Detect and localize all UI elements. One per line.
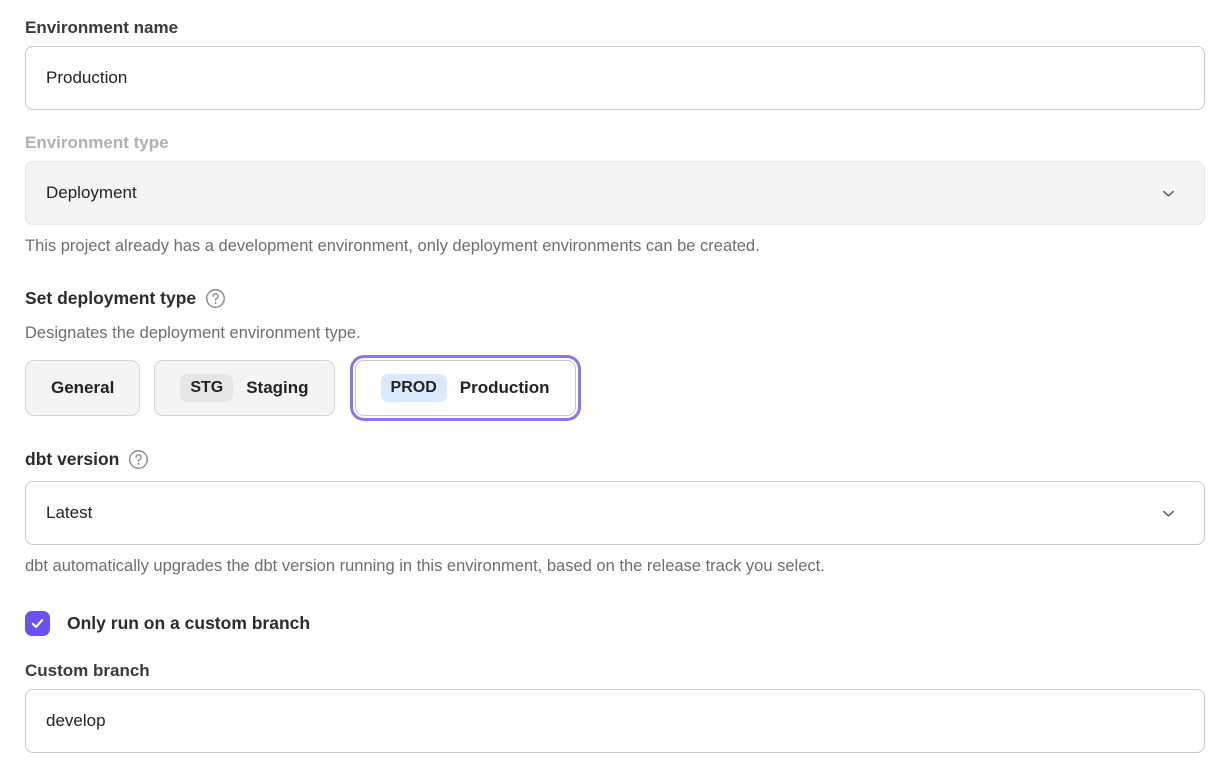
environment-name-field: Environment name — [25, 17, 1205, 110]
deployment-type-heading: Set deployment type — [25, 287, 196, 310]
environment-type-helper-text: This project already has a development e… — [25, 236, 1205, 257]
deployment-type-general-button[interactable]: General — [25, 360, 140, 416]
environment-type-label: Environment type — [25, 132, 1205, 154]
environment-type-field: Environment type Deployment This project… — [25, 132, 1205, 257]
dbt-version-section: dbt version Latest dbt automatically upg… — [25, 448, 1205, 577]
help-icon[interactable] — [128, 449, 149, 470]
deployment-type-options: General STG Staging PROD Production — [25, 358, 1205, 418]
deployment-type-staging-label: Staging — [246, 378, 308, 398]
deployment-type-production-label: Production — [460, 378, 550, 398]
help-icon[interactable] — [205, 288, 226, 309]
custom-branch-toggle-label: Only run on a custom branch — [67, 613, 310, 634]
environment-type-select: Deployment — [25, 161, 1205, 225]
custom-branch-input[interactable] — [25, 689, 1205, 753]
dbt-version-selected-value: Latest — [46, 503, 92, 523]
custom-branch-field: Custom branch — [25, 660, 1205, 753]
deployment-type-general-label: General — [51, 378, 114, 398]
deployment-type-production-button[interactable]: PROD Production — [355, 360, 576, 416]
deployment-type-staging-button[interactable]: STG Staging — [154, 360, 334, 416]
deployment-type-section: Set deployment type Designates the deplo… — [25, 287, 1205, 418]
dbt-version-heading: dbt version — [25, 448, 119, 471]
environment-name-label: Environment name — [25, 17, 1205, 39]
custom-branch-toggle[interactable]: Only run on a custom branch — [25, 611, 1205, 636]
environment-name-input[interactable] — [25, 46, 1205, 110]
chevron-down-icon — [1159, 504, 1178, 523]
chevron-down-icon — [1159, 184, 1178, 203]
environment-type-selected-value: Deployment — [46, 183, 137, 203]
checkbox-checked-icon[interactable] — [25, 611, 50, 636]
dbt-version-select[interactable]: Latest — [25, 481, 1205, 545]
staging-badge: STG — [180, 374, 233, 402]
production-badge: PROD — [381, 374, 447, 402]
deployment-type-description: Designates the deployment environment ty… — [25, 323, 1205, 344]
custom-branch-label: Custom branch — [25, 660, 1205, 682]
environment-settings-form: Environment name Environment type Deploy… — [0, 0, 1228, 753]
dbt-version-helper-text: dbt automatically upgrades the dbt versi… — [25, 556, 1205, 577]
